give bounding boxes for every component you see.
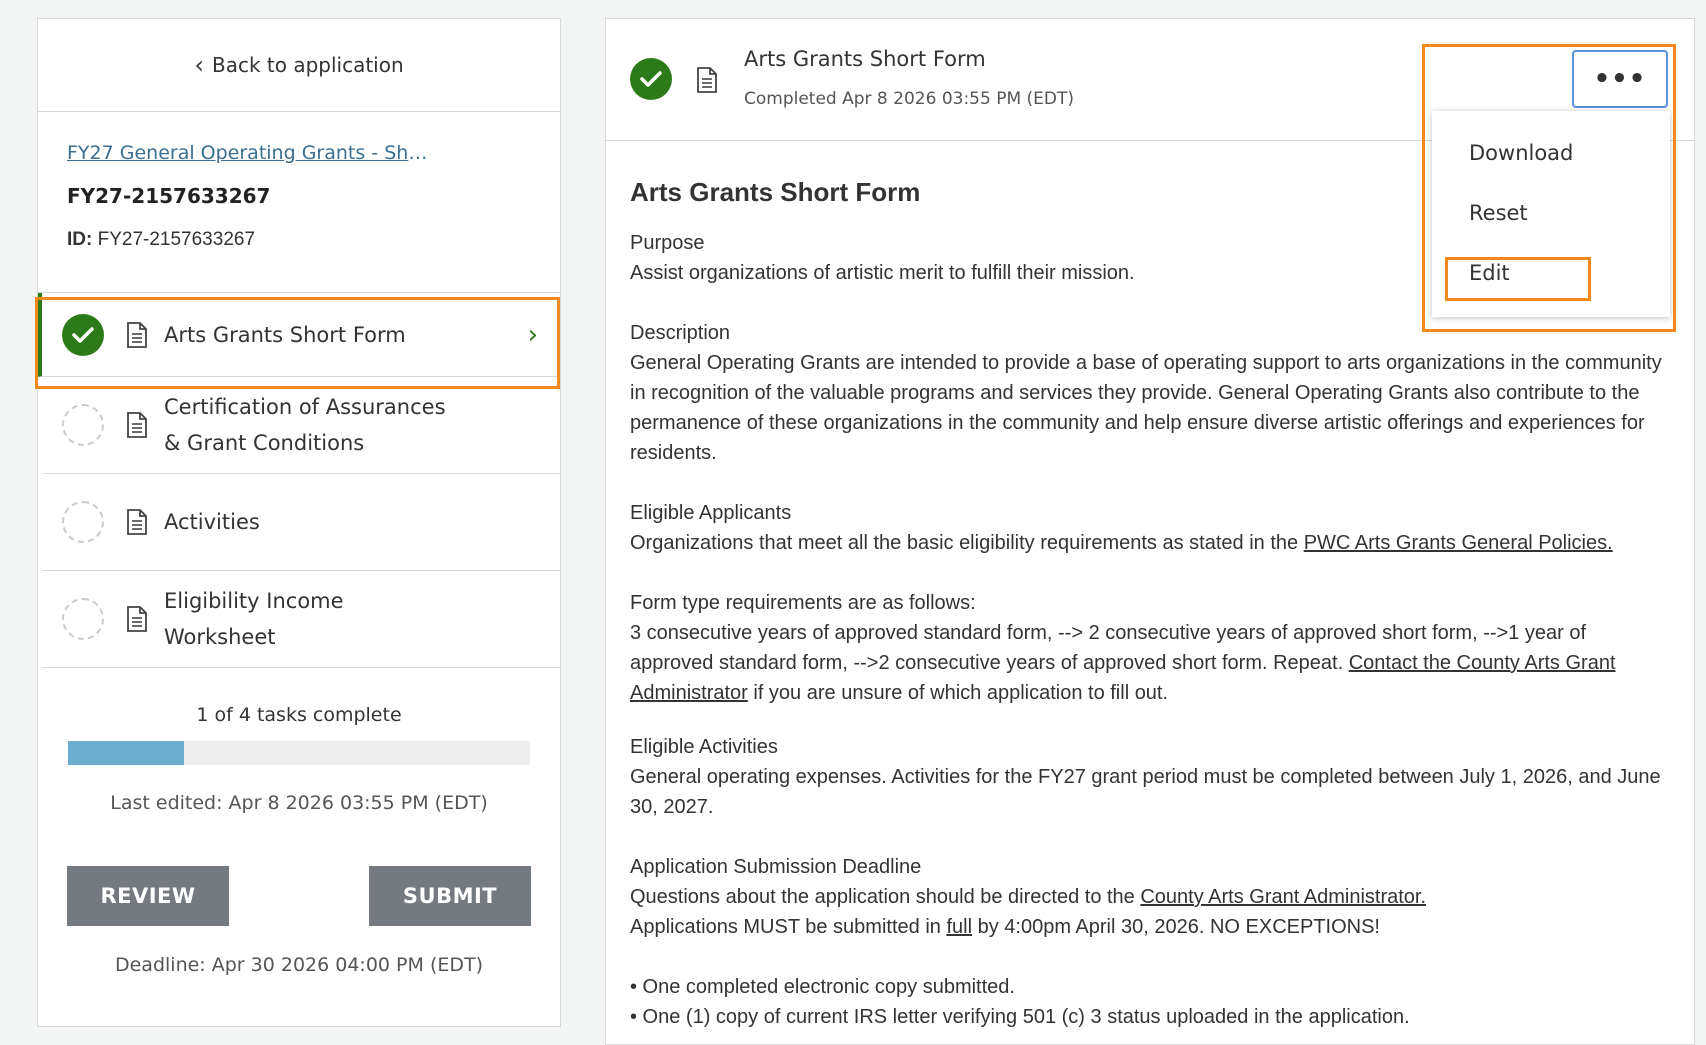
incomplete-status-icon [62, 404, 104, 446]
eligible-applicants-text: Organizations that meet all the basic el… [630, 528, 1670, 558]
eligible-activities-text: General operating expenses. Activities f… [630, 766, 1661, 818]
task-label: Arts Grants Short Form [164, 322, 406, 347]
task-sidebar: ‹ Back to application FY27 General Opera… [37, 18, 561, 1027]
incomplete-status-icon [62, 598, 104, 640]
back-label: Back to application [211, 53, 404, 77]
description-text: General Operating Grants are intended to… [630, 352, 1662, 464]
menu-item-download[interactable]: Download [1469, 141, 1573, 165]
task-label: Eligibility Income Worksheet [164, 583, 344, 655]
requirement-bullet: • One (1) copy of current IRS letter ver… [630, 1006, 1410, 1028]
form-title: Arts Grants Short Form [744, 47, 986, 71]
menu-item-edit[interactable]: Edit [1469, 261, 1510, 285]
action-buttons: REVIEW SUBMIT [38, 866, 560, 926]
task-label: Certification of Assurances & Grant Cond… [164, 389, 446, 461]
submission-deadline-text: Applications MUST be submitted in full b… [630, 912, 1670, 942]
application-code: FY27-2157633267 [67, 184, 271, 208]
full-link[interactable]: full [946, 916, 972, 938]
application-id: ID: FY27-2157633267 [67, 229, 531, 251]
last-edited-text: Last edited: Apr 8 2026 03:55 PM (EDT) [110, 792, 488, 814]
submission-questions-text: Questions about the application should b… [630, 882, 1670, 912]
eligible-text: Organizations that meet all the basic el… [630, 532, 1304, 554]
review-button[interactable]: REVIEW [67, 866, 229, 926]
application-name-link[interactable]: FY27 General Operating Grants - Short Fo… [67, 142, 437, 164]
task-item-activities[interactable]: Activities [42, 474, 560, 571]
chevron-left-icon: ‹ [194, 51, 204, 79]
questions-text: Questions about the application should b… [630, 886, 1141, 908]
progress-bar [68, 741, 530, 765]
document-icon [697, 67, 717, 93]
task-item-certification-of-assurances[interactable]: Certification of Assurances & Grant Cond… [42, 377, 560, 474]
back-to-application-link[interactable]: ‹ Back to application [38, 19, 560, 112]
requirement-bullet: • One completed electronic copy submitte… [630, 976, 1015, 998]
form-type-tail: if you are unsure of which application t… [747, 682, 1169, 704]
progress-bar-fill [68, 741, 184, 765]
complete-check-icon [630, 58, 672, 100]
task-label-line2: & Grant Conditions [164, 431, 365, 455]
task-label: Activities [164, 510, 260, 534]
progress-text: 1 of 4 tasks complete [196, 704, 402, 726]
application-info: FY27 General Operating Grants - Short Fo… [38, 112, 560, 293]
task-item-arts-grants-short-form[interactable]: Arts Grants Short Form › [38, 293, 560, 377]
document-icon [127, 606, 147, 632]
incomplete-status-icon [62, 501, 104, 543]
general-policies-link[interactable]: PWC Arts Grants General Policies. [1304, 532, 1613, 554]
form-type-title: Form type requirements are as follows: [630, 592, 976, 614]
submission-deadline-title: Application Submission Deadline [630, 856, 922, 878]
document-icon [127, 321, 147, 348]
more-options-button[interactable]: ••• [1572, 50, 1668, 108]
deadline-text: Deadline: Apr 30 2026 04:00 PM (EDT) [114, 954, 484, 976]
document-icon [127, 509, 147, 535]
deadline-text-a: Applications MUST be submitted in [630, 916, 947, 938]
menu-item-reset[interactable]: Reset [1469, 201, 1528, 225]
chevron-right-icon: › [527, 319, 538, 350]
submit-button[interactable]: SUBMIT [369, 866, 531, 926]
task-label-line2: Worksheet [164, 625, 276, 649]
eligible-activities-title: Eligible Activities [630, 736, 778, 758]
more-options-menu: Download Reset Edit [1432, 111, 1670, 317]
id-label: ID: [67, 229, 93, 250]
administrator-link[interactable]: County Arts Grant Administrator. [1140, 886, 1426, 908]
task-label-line1: Certification of Assurances [164, 395, 446, 419]
document-icon [127, 412, 147, 438]
description-title: Description [630, 322, 731, 344]
id-value: FY27-2157633267 [97, 229, 256, 250]
deadline-text-c: by 4:00pm April 30, 2026. NO EXCEPTIONS! [972, 916, 1380, 938]
complete-check-icon [62, 313, 104, 356]
progress-area: 1 of 4 tasks complete Last edited: Apr 8… [38, 704, 560, 814]
task-item-eligibility-income-worksheet[interactable]: Eligibility Income Worksheet [42, 571, 560, 668]
eligible-applicants-title: Eligible Applicants [630, 502, 792, 524]
form-type-text: 3 consecutive years of approved standard… [630, 618, 1670, 708]
form-completed-timestamp: Completed Apr 8 2026 03:55 PM (EDT) [744, 89, 1075, 109]
task-label-line1: Eligibility Income [164, 589, 344, 613]
